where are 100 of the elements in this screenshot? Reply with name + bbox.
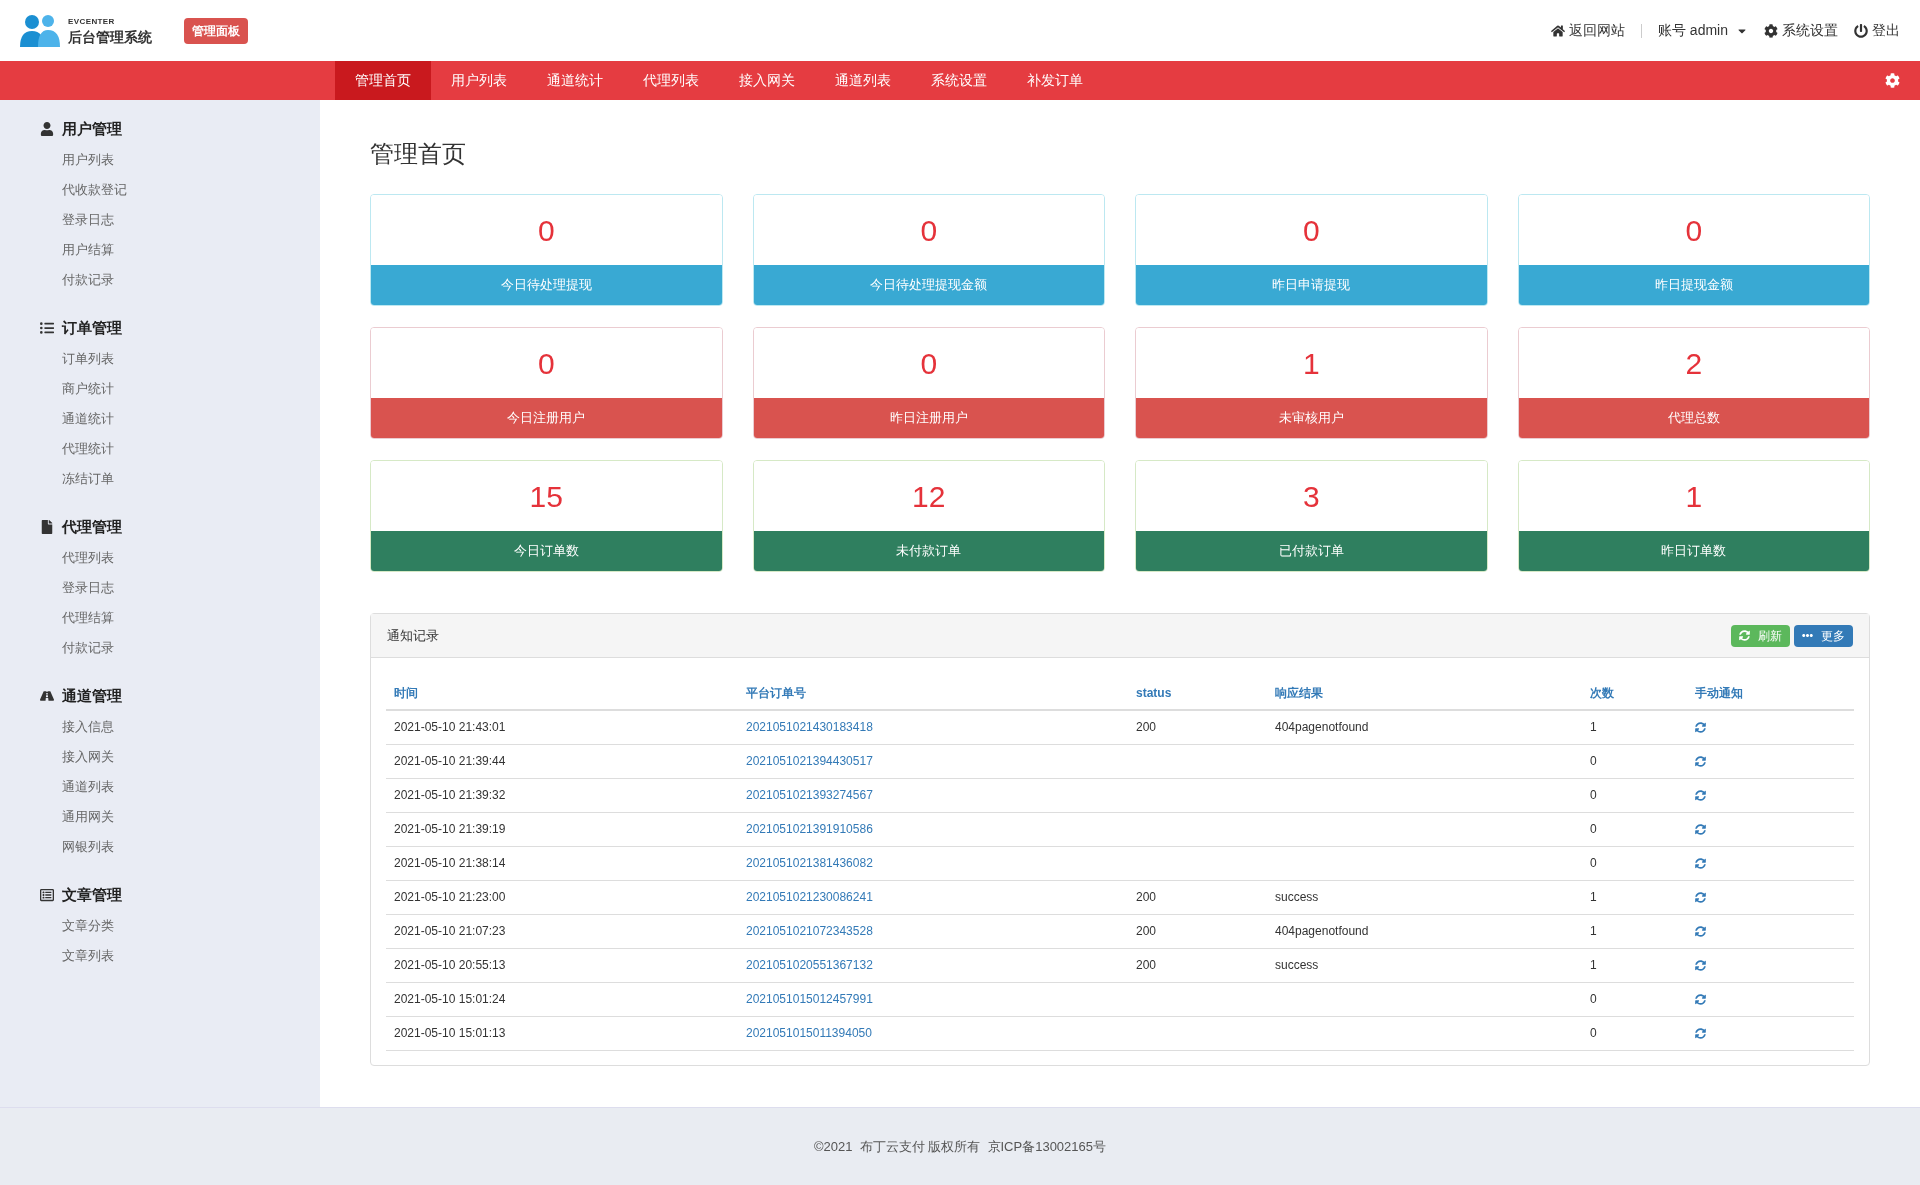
header-link[interactable]: 登出	[1854, 20, 1900, 41]
stat-value: 0	[1302, 212, 1320, 249]
sidebar-section-title: 订单管理	[62, 317, 122, 338]
stat-label: 未付款订单	[896, 542, 962, 561]
refresh-icon[interactable]	[1695, 925, 1706, 937]
refresh-icon	[1739, 630, 1750, 641]
sidebar-item[interactable]: 通道统计	[62, 409, 114, 429]
stat-value: 1	[1302, 345, 1320, 382]
order-link[interactable]: 2021051021230086241	[746, 890, 873, 904]
nav-tab[interactable]: 系统设置	[911, 61, 1007, 100]
refresh-icon[interactable]	[1695, 823, 1706, 835]
stat-label: 昨日订单数	[1661, 542, 1727, 561]
stat-value: 2	[1685, 345, 1703, 382]
refresh-icon[interactable]	[1695, 891, 1706, 903]
table-cell: 1	[1590, 924, 1597, 938]
account-dropdown[interactable]: 账号 admin	[1657, 20, 1748, 41]
sidebar-item[interactable]: 登录日志	[62, 210, 114, 230]
nav-tab[interactable]: 接入网关	[719, 61, 815, 100]
column-header: 手动通知	[1695, 685, 1743, 700]
nav-tab[interactable]: 通道统计	[527, 61, 623, 100]
order-link[interactable]: 2021051015011394050	[746, 1026, 872, 1040]
sidebar-item[interactable]: 商户统计	[62, 379, 114, 399]
sidebar-item[interactable]: 代理结算	[62, 608, 114, 628]
sidebar-item[interactable]: 付款记录	[62, 270, 114, 290]
page-title: 管理首页	[370, 139, 467, 169]
table-cell: 0	[1590, 822, 1597, 836]
stat-value: 0	[920, 212, 938, 249]
nav-tab[interactable]: 用户列表	[431, 61, 527, 100]
stat-value: 15	[529, 478, 563, 515]
refresh-icon[interactable]	[1695, 1027, 1706, 1039]
table-cell: 0	[1590, 1026, 1597, 1040]
table-cell: 2021-05-10 15:01:13	[394, 1026, 506, 1040]
sidebar-item[interactable]: 用户列表	[62, 150, 114, 170]
nav-tab[interactable]: 代理列表	[623, 61, 719, 100]
header-link[interactable]: 系统设置	[1764, 20, 1838, 41]
copyright-text: ©2021 布丁云支付 版权所有 京ICP备13002165号	[813, 1137, 1107, 1156]
refresh-icon[interactable]	[1695, 993, 1706, 1005]
sidebar-item[interactable]: 代理列表	[62, 548, 114, 568]
refresh-icon[interactable]	[1695, 789, 1706, 801]
table-cell: 2021-05-10 20:55:13	[394, 958, 506, 972]
order-link[interactable]: 2021051021393274567	[746, 788, 873, 802]
order-link[interactable]: 2021051021072343528	[746, 924, 873, 938]
sidebar-item[interactable]: 文章列表	[62, 946, 114, 966]
header-link[interactable]: 返回网站	[1550, 20, 1625, 41]
sidebar-item[interactable]: 冻结订单	[62, 469, 114, 489]
column-header: 响应结果	[1275, 685, 1323, 700]
sidebar-item[interactable]: 网银列表	[62, 837, 114, 857]
panel-badge: 管理面板	[184, 17, 248, 44]
people-logo-icon	[20, 12, 60, 49]
sidebar-item[interactable]: 通用网关	[62, 807, 114, 827]
stat-label: 已付款订单	[1278, 542, 1344, 561]
refresh-icon[interactable]	[1695, 721, 1706, 733]
table-cell: 2021-05-10 21:23:00	[394, 890, 506, 904]
sidebar-section-title: 文章管理	[62, 884, 122, 905]
table-cell: 200	[1136, 720, 1157, 735]
refresh-icon[interactable]	[1695, 959, 1706, 971]
table-cell: 200	[1136, 890, 1157, 904]
sidebar-item[interactable]: 接入信息	[62, 717, 114, 737]
sidebar-item[interactable]: 订单列表	[62, 349, 114, 369]
table-cell: 1	[1590, 958, 1597, 972]
table-cell: 404pagenotfound	[1275, 720, 1369, 735]
table-cell: 404pagenotfound	[1275, 924, 1369, 938]
stat-label: 昨日申请提现	[1272, 276, 1351, 295]
section-icon	[40, 689, 54, 703]
order-link[interactable]: 2021051020551367132	[746, 958, 873, 972]
sidebar-item[interactable]: 通道列表	[62, 777, 114, 797]
order-link[interactable]: 2021051021430183418	[746, 720, 873, 735]
sidebar-item[interactable]: 代收款登记	[62, 180, 127, 200]
order-link[interactable]: 2021051021391910586	[746, 822, 873, 836]
table-cell: 200	[1136, 958, 1157, 972]
table-cell: 0	[1590, 788, 1597, 802]
nav-tab[interactable]: 通道列表	[815, 61, 911, 100]
table-cell: 2021-05-10 21:39:32	[394, 788, 506, 802]
sidebar-item[interactable]: 登录日志	[62, 578, 114, 598]
stat-label: 今日注册用户	[507, 409, 586, 428]
column-header: 次数	[1590, 685, 1614, 700]
table-cell: 2021-05-10 21:39:44	[394, 754, 506, 768]
settings-icon	[1764, 23, 1778, 38]
refresh-icon[interactable]	[1695, 755, 1706, 767]
table-cell: 2021-05-10 21:07:23	[394, 924, 506, 938]
order-link[interactable]: 2021051021381436082	[746, 856, 873, 870]
sidebar-item[interactable]: 代理统计	[62, 439, 114, 459]
home-icon	[1550, 23, 1565, 38]
sidebar-item[interactable]: 接入网关	[62, 747, 114, 767]
table-cell: success	[1275, 958, 1319, 972]
table-cell: 0	[1590, 754, 1597, 768]
sidebar-section-title: 用户管理	[62, 118, 122, 139]
logo-subtitle: EVCENTER	[68, 17, 116, 26]
order-link[interactable]: 2021051021394430517	[746, 754, 873, 768]
settings-icon[interactable]	[1885, 73, 1900, 88]
order-link[interactable]: 2021051015012457991	[746, 992, 873, 1006]
column-header: 平台订单号	[746, 685, 806, 700]
stat-label: 今日待处理提现	[500, 276, 592, 295]
sidebar-item[interactable]: 文章分类	[62, 916, 114, 936]
refresh-icon[interactable]	[1695, 857, 1706, 869]
sidebar-item[interactable]: 付款记录	[62, 638, 114, 658]
nav-tab[interactable]: 补发订单	[1007, 61, 1103, 100]
nav-tab[interactable]: 管理首页	[335, 61, 431, 100]
more-button[interactable]: 更多	[1794, 624, 1853, 647]
sidebar-item[interactable]: 用户结算	[62, 240, 114, 260]
